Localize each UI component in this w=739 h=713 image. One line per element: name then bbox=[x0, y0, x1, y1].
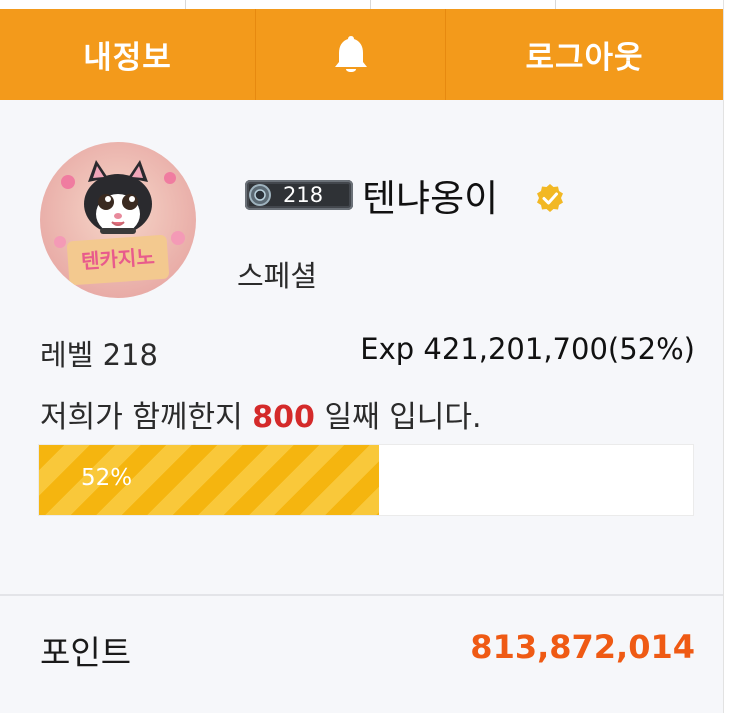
exp-text: Exp 421,201,700(52%) bbox=[360, 332, 695, 366]
exp-progress-label: 52% bbox=[81, 465, 133, 491]
days-value: 800 bbox=[252, 400, 315, 435]
strip-divider bbox=[555, 0, 556, 9]
avatar-image: 텐카지노 bbox=[40, 142, 196, 298]
days-suffix: 일째 입니다. bbox=[324, 400, 482, 435]
days-together: 저희가 함께한지 800 일째 입니다. bbox=[40, 392, 482, 436]
exp-progress-bar: 52% bbox=[38, 444, 694, 516]
strip-divider bbox=[370, 0, 371, 9]
level-badge-number: 218 bbox=[283, 183, 324, 207]
points-value: 813,872,014 bbox=[470, 628, 695, 666]
points-label: 포인트 bbox=[40, 633, 132, 672]
bell-icon bbox=[334, 35, 367, 72]
strip-divider bbox=[185, 0, 186, 9]
profile-panel: 텐카지노 218 텐냐옹이 스페셜 레벨 218 Exp 421,201,700… bbox=[0, 100, 723, 713]
rank-label: 스페셜 bbox=[237, 259, 318, 293]
notification-button[interactable] bbox=[256, 9, 446, 100]
level-text: 레벨 218 bbox=[40, 338, 158, 372]
logout-button[interactable]: 로그아웃 bbox=[446, 9, 723, 100]
my-info-button[interactable]: 내정보 bbox=[0, 9, 256, 100]
verified-check-icon bbox=[537, 184, 563, 212]
nickname: 텐냐옹이 bbox=[362, 177, 499, 220]
header-bar: 내정보 로그아웃 bbox=[0, 9, 723, 101]
avatar[interactable]: 텐카지노 bbox=[40, 142, 196, 298]
level-emblem-icon bbox=[245, 180, 275, 210]
scroll-edge bbox=[723, 0, 739, 713]
level-badge: 218 bbox=[245, 180, 353, 210]
days-prefix: 저희가 함께한지 bbox=[40, 400, 243, 435]
section-divider bbox=[0, 594, 723, 596]
avatar-sign-text: 텐카지노 bbox=[80, 244, 155, 273]
